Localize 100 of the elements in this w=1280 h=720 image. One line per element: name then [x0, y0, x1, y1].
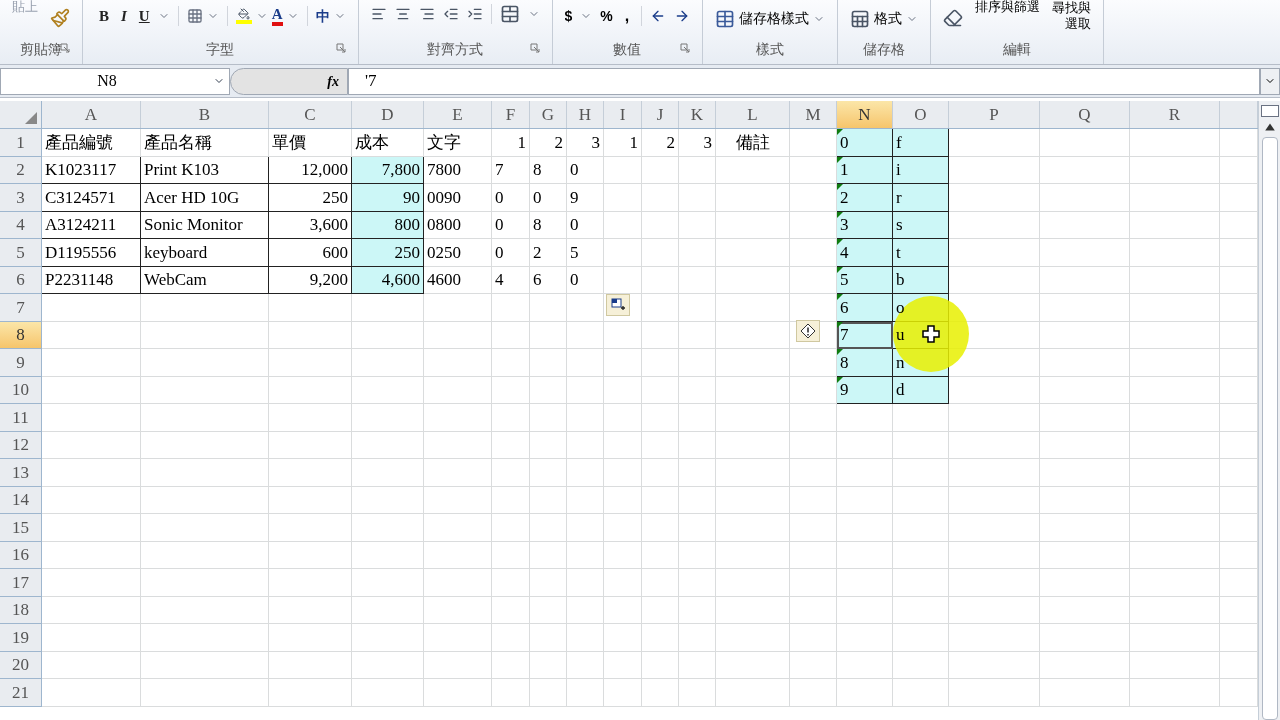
grid-icon[interactable]	[850, 8, 871, 29]
table-cell	[424, 624, 492, 652]
paste-options-icon[interactable]	[606, 294, 630, 316]
align-center-icon[interactable]	[394, 6, 411, 22]
table-cell: 1	[837, 156, 893, 184]
row-header[interactable]: 11	[0, 404, 42, 432]
dialog-launcher-icon[interactable]	[529, 43, 540, 53]
column-header[interactable]: C	[269, 101, 352, 128]
table-cell	[837, 404, 893, 432]
column-header[interactable]: L	[716, 101, 790, 128]
table-cell	[530, 624, 567, 652]
table-cell: b	[893, 266, 949, 294]
table-cell: 4	[837, 239, 893, 267]
row-header[interactable]: 9	[0, 349, 42, 377]
column-header[interactable]: D	[352, 101, 424, 128]
comma-button[interactable]: ,	[620, 4, 634, 28]
table-cell	[790, 679, 837, 707]
column-header[interactable]: G	[530, 101, 567, 128]
row-header[interactable]: 10	[0, 376, 42, 404]
table-cell	[642, 266, 679, 294]
column-header[interactable]: N	[837, 101, 893, 128]
row-header[interactable]: 3	[0, 184, 42, 212]
dialog-launcher-icon[interactable]	[60, 43, 70, 53]
column-header[interactable]: F	[492, 101, 530, 128]
scroll-up-icon[interactable]	[1263, 121, 1276, 133]
align-left-icon[interactable]	[370, 6, 387, 22]
table-icon[interactable]	[715, 8, 736, 29]
phonetic-button[interactable]: 中	[315, 5, 330, 27]
row-header[interactable]: 8	[0, 321, 42, 349]
row-header[interactable]: 1	[0, 129, 42, 157]
row-header[interactable]: 13	[0, 459, 42, 487]
decrease-indent-icon[interactable]	[442, 6, 459, 22]
clear-icon[interactable]	[943, 8, 964, 28]
vertical-scrollbar[interactable]	[1258, 101, 1280, 720]
row-header[interactable]: 17	[0, 569, 42, 597]
scroll-thumb[interactable]	[1261, 137, 1278, 720]
column-header[interactable]: J	[642, 101, 679, 128]
split-handle[interactable]	[1260, 105, 1279, 117]
fill-color-icon[interactable]	[235, 8, 252, 24]
column-header[interactable]: K	[679, 101, 716, 128]
row-header[interactable]: 2	[0, 156, 42, 184]
border-icon[interactable]	[186, 8, 203, 24]
row-header[interactable]: 19	[0, 624, 42, 652]
name-box[interactable]: N8	[0, 67, 230, 95]
percent-button[interactable]: %	[600, 5, 613, 27]
dialog-launcher-icon[interactable]	[335, 43, 346, 53]
column-header[interactable]: P	[949, 101, 1040, 128]
sort-filter-button[interactable]: 排序與篩選	[975, 0, 1041, 13]
row-header[interactable]: 15	[0, 514, 42, 542]
table-cell	[642, 376, 679, 404]
column-header[interactable]: B	[141, 101, 269, 128]
merge-cells-icon[interactable]	[499, 4, 520, 24]
underline-button[interactable]: U	[134, 4, 154, 28]
table-cell: P2231148	[42, 266, 141, 294]
format-painter-icon[interactable]	[50, 8, 70, 28]
table-cell: keyboard	[141, 239, 269, 267]
table-cell: Acer HD 10G	[141, 184, 269, 212]
table-cell	[567, 404, 604, 432]
table-cell	[642, 211, 679, 239]
currency-button[interactable]: $	[564, 5, 573, 27]
italic-button[interactable]: I	[117, 4, 131, 28]
row-header[interactable]: 14	[0, 486, 42, 514]
table-cell	[567, 514, 604, 542]
table-cell	[492, 294, 530, 322]
cell-styles-button[interactable]: 儲存格樣式	[739, 8, 810, 29]
column-header[interactable]: E	[424, 101, 492, 128]
format-button[interactable]: 格式	[874, 8, 903, 29]
column-header[interactable]: Q	[1040, 101, 1130, 128]
column-header[interactable]: H	[567, 101, 604, 128]
row-header[interactable]: 18	[0, 596, 42, 624]
find-select-button[interactable]: 尋找與 選取	[1052, 0, 1092, 32]
table-cell: 7	[837, 321, 893, 349]
table-cell	[567, 596, 604, 624]
expand-formula-button[interactable]	[1260, 67, 1280, 95]
increase-indent-icon[interactable]	[466, 6, 483, 22]
table-cell	[790, 514, 837, 542]
row-header[interactable]: 5	[0, 239, 42, 267]
column-header[interactable]: O	[893, 101, 949, 128]
row-header[interactable]: 16	[0, 541, 42, 569]
font-color-button[interactable]: A	[271, 6, 283, 26]
column-header[interactable]: R	[1130, 101, 1220, 128]
error-warning-icon[interactable]	[796, 320, 820, 342]
table-cell	[530, 569, 567, 597]
bold-button[interactable]: B	[95, 4, 113, 28]
align-right-icon[interactable]	[418, 6, 435, 22]
row-header[interactable]: 12	[0, 431, 42, 459]
group-label: 剪貼簿	[20, 40, 62, 59]
column-header[interactable]: I	[604, 101, 642, 128]
table-cell	[837, 569, 893, 597]
row-header[interactable]: 20	[0, 651, 42, 679]
row-header[interactable]: 7	[0, 294, 42, 322]
dialog-launcher-icon[interactable]	[680, 43, 691, 53]
row-header[interactable]: 6	[0, 266, 42, 294]
table-cell	[424, 541, 492, 569]
formula-field[interactable]: '7	[348, 67, 1260, 95]
row-header[interactable]: 4	[0, 211, 42, 239]
corner-triangle-icon	[25, 112, 37, 124]
column-header[interactable]: A	[42, 101, 141, 128]
row-header[interactable]: 21	[0, 679, 42, 707]
insert-function-button[interactable]: fx	[230, 67, 348, 95]
